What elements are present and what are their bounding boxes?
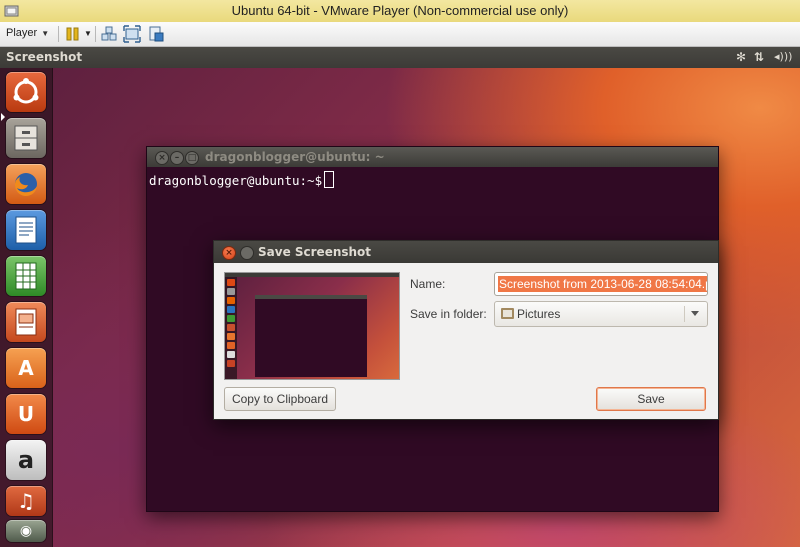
unity-mode-icon[interactable] <box>147 25 165 43</box>
save-button[interactable]: Save <box>596 387 706 411</box>
launcher-impress[interactable] <box>6 302 46 342</box>
bluetooth-icon[interactable]: ✻ <box>736 50 746 64</box>
launcher-ubuntu-one[interactable]: U <box>6 394 46 434</box>
folder-value: Pictures <box>517 307 561 321</box>
panel-app-title: Screenshot <box>6 50 83 64</box>
dialog-title-bar[interactable]: × Save Screenshot <box>214 241 718 263</box>
spreadsheet-icon <box>15 262 37 290</box>
ubuntu-one-icon: U <box>17 402 35 426</box>
copy-to-clipboard-button[interactable]: Copy to Clipboard <box>224 387 336 411</box>
terminal-title-bar[interactable]: × – □ dragonblogger@ubuntu: ~ <box>147 147 718 167</box>
launcher-screenshot[interactable]: ◉ <box>6 520 46 542</box>
camera-icon: ◉ <box>19 523 33 539</box>
minimize-icon[interactable]: – <box>170 151 184 165</box>
preview-terminal <box>255 295 367 377</box>
terminal-prompt: dragonblogger@ubuntu:~$ <box>149 173 323 188</box>
screenshot-preview <box>224 272 400 380</box>
shopping-bag-icon: A <box>18 356 34 380</box>
launcher-firefox[interactable] <box>6 164 46 204</box>
toolbar-divider <box>95 26 96 42</box>
unity-launcher: A U a ♫ ◉ <box>0 68 53 547</box>
ubuntu-logo-icon <box>13 78 39 104</box>
document-icon <box>15 216 37 244</box>
launcher-software-center[interactable]: A <box>6 348 46 388</box>
save-in-folder-label: Save in folder: <box>410 307 487 321</box>
music-icon: ♫ <box>17 489 35 513</box>
amazon-icon: a <box>17 446 35 474</box>
running-indicator <box>1 113 5 121</box>
launcher-ubuntu-one-music[interactable]: ♫ <box>6 486 46 516</box>
launcher-amazon[interactable]: a <box>6 440 46 480</box>
dialog-title: Save Screenshot <box>258 245 372 259</box>
toolbar-divider <box>58 26 59 42</box>
save-screenshot-dialog: × Save Screenshot Name: Screenshot from … <box>213 240 719 420</box>
select-divider <box>684 306 685 322</box>
vmware-title-bar: Ubuntu 64-bit - VMware Player (Non-comme… <box>0 0 800 23</box>
player-menu-label: Player <box>6 27 38 39</box>
minimize-icon[interactable] <box>240 246 254 260</box>
terminal-cursor <box>324 171 335 188</box>
presentation-icon <box>15 308 37 336</box>
folder-icon <box>501 308 514 319</box>
terminal-body[interactable]: dragonblogger@ubuntu:~$ <box>147 167 718 192</box>
maximize-icon[interactable]: □ <box>185 151 199 165</box>
close-icon[interactable]: × <box>155 151 169 165</box>
launcher-calc[interactable] <box>6 256 46 296</box>
launcher-files[interactable] <box>6 118 46 158</box>
save-folder-select[interactable]: Pictures <box>494 301 708 327</box>
window-title: Ubuntu 64-bit - VMware Player (Non-comme… <box>231 3 569 18</box>
filename-input[interactable]: Screenshot from 2013-06-28 08:54:04.p <box>494 272 708 296</box>
send-ctrl-alt-del-icon[interactable] <box>100 25 118 43</box>
terminal-title: dragonblogger@ubuntu: ~ <box>205 150 385 164</box>
filename-text: Screenshot from 2013-06-28 08:54:04.p <box>498 276 707 292</box>
preview-panel <box>225 273 399 277</box>
close-icon[interactable]: × <box>222 246 236 260</box>
ubuntu-top-panel: Screenshot ✻ ⇅ ◂))) <box>0 47 800 68</box>
volume-icon[interactable]: ◂))) <box>774 50 792 63</box>
chevron-down-icon[interactable] <box>691 311 699 316</box>
launcher-writer[interactable] <box>6 210 46 250</box>
pause-icon[interactable] <box>64 25 82 43</box>
fullscreen-icon[interactable] <box>123 25 141 43</box>
player-menu-button[interactable]: Player ▼ <box>6 27 49 39</box>
vmware-toolbar: Player ▼ ▼ <box>0 22 800 47</box>
pause-dropdown-icon[interactable]: ▼ <box>84 29 92 38</box>
file-cabinet-icon <box>14 125 38 151</box>
network-icon[interactable]: ⇅ <box>754 50 764 64</box>
name-label: Name: <box>410 277 446 291</box>
firefox-icon <box>14 173 37 197</box>
chevron-down-icon: ▼ <box>41 29 50 38</box>
launcher-dash-home[interactable] <box>6 72 46 112</box>
preview-launcher <box>225 277 237 379</box>
